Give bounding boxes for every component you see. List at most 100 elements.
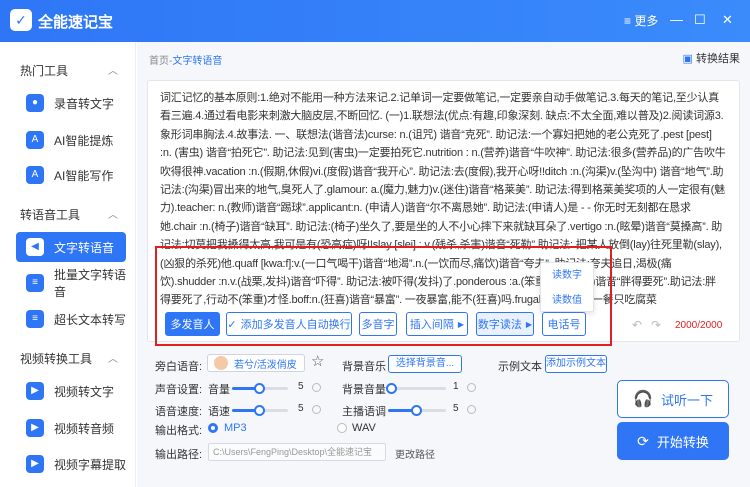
- sidebar-section-hot-tools[interactable]: 热门工具: [20, 62, 68, 79]
- sidebar-item-label: 视频转音频: [54, 421, 115, 436]
- avatar: [214, 356, 228, 370]
- sidebar-item-ai-writing[interactable]: A AI智能写作: [16, 160, 126, 190]
- app-title: 全能速记宝: [38, 14, 114, 31]
- chevron-up-icon[interactable]: ︿: [108, 206, 118, 221]
- maximize-icon[interactable]: ☐: [694, 12, 706, 28]
- narrator-voice-name: 若兮/活泼俏皮: [234, 359, 297, 371]
- bg-volume-slider[interactable]: [386, 383, 446, 394]
- add-example-text-button[interactable]: 添加示例文本: [545, 355, 607, 373]
- sidebar-item-label: 视频转文字: [54, 384, 115, 399]
- pitch-label: 主播语调: [342, 406, 386, 418]
- menu-item-read-digits[interactable]: 读数字: [541, 263, 593, 288]
- volume-slider-knob[interactable]: [254, 383, 265, 394]
- sidebar-item-label: 录音转文字: [54, 96, 115, 111]
- ai-icon: A: [26, 166, 44, 184]
- insert-pause-button[interactable]: 插入间隔 ▶: [406, 312, 468, 336]
- redo-icon[interactable]: ↷: [651, 318, 661, 332]
- speed-slider-knob[interactable]: [254, 405, 265, 416]
- speed-reset-icon[interactable]: [312, 405, 321, 414]
- sidebar-section-video-tools[interactable]: 视频转换工具: [20, 350, 92, 367]
- sidebar-item-text-to-speech[interactable]: ◀ 文字转语音: [16, 232, 126, 262]
- insert-pause-label: 插入间隔: [409, 319, 454, 331]
- speaker-icon: ◀: [26, 238, 44, 256]
- title-bar: ✓ 全能速记宝 ≡ 更多 — ☐ ✕: [0, 0, 750, 42]
- format-wav-label[interactable]: WAV: [352, 422, 376, 434]
- example-text-label: 示例文本: [498, 361, 542, 373]
- ai-icon: A: [26, 131, 44, 149]
- triangle-right-icon: ▶: [525, 319, 533, 329]
- listen-button[interactable]: 🎧 试听一下: [617, 380, 729, 418]
- bg-volume-reset-icon[interactable]: [467, 383, 476, 392]
- auto-switch-speaker-button[interactable]: ✓ 添加多发音人自动换行: [226, 312, 352, 336]
- sidebar-item-video-to-text[interactable]: ▶ 视频转文字: [16, 376, 126, 406]
- volume-reset-icon[interactable]: [312, 383, 321, 392]
- volume-slider[interactable]: [232, 383, 288, 394]
- chevron-up-icon[interactable]: ︿: [108, 350, 118, 365]
- video-icon: ▶: [26, 455, 44, 473]
- pitch-value: 5: [453, 403, 459, 414]
- document-icon: ≡: [26, 274, 44, 292]
- video-icon: ▶: [26, 382, 44, 400]
- start-convert-button[interactable]: ⟳ 开始转换: [617, 422, 729, 460]
- bg-volume-value: 1: [453, 381, 459, 392]
- volume-label: 音量: [208, 384, 230, 396]
- char-count-current: 2000: [675, 320, 698, 331]
- main-panel: 首页-文字转语音 ▣ 转换结果 词汇记忆的基本原则:1.绝对不能用一种方法来记.…: [137, 42, 750, 487]
- sidebar-section-tts-tools[interactable]: 转语音工具: [20, 206, 80, 223]
- sidebar-item-ai-extract[interactable]: A AI智能提炼: [16, 125, 126, 155]
- pitch-reset-icon[interactable]: [467, 405, 476, 414]
- speed-value: 5: [298, 403, 304, 414]
- minimize-icon[interactable]: —: [670, 12, 683, 28]
- sidebar-item-label: 批量文字转语音: [54, 268, 127, 299]
- sidebar-item-label: 超长文本转写: [54, 312, 127, 327]
- narrator-label: 旁白语音:: [155, 361, 203, 373]
- narrator-voice-select[interactable]: 若兮/活泼俏皮: [207, 354, 305, 372]
- video-icon: ▶: [26, 419, 44, 437]
- phone-number-button[interactable]: 电话号: [542, 312, 586, 336]
- chevron-up-icon[interactable]: ︿: [108, 62, 118, 77]
- sidebar-item-recording-to-text[interactable]: ● 录音转文字: [16, 88, 126, 118]
- auto-switch-label: 添加多发音人自动换行: [240, 319, 351, 331]
- choose-bgm-button[interactable]: 选择背景音...: [388, 355, 462, 373]
- undo-icon[interactable]: ↶: [632, 318, 642, 332]
- sidebar-item-label: 文字转语音: [54, 240, 115, 255]
- sound-settings-label: 声音设置:: [155, 384, 203, 396]
- format-wav-radio[interactable]: [337, 423, 347, 433]
- breadcrumb-current: 文字转语音: [172, 56, 223, 67]
- sidebar-item-batch-tts[interactable]: ≡ 批量文字转语音: [16, 268, 127, 299]
- close-icon[interactable]: ✕: [722, 12, 733, 28]
- sidebar: 热门工具 ︿ ● 录音转文字 A AI智能提炼 A AI智能写作 转语音工具 ︿ ◀ 文…: [0, 42, 136, 487]
- pitch-slider-knob[interactable]: [411, 405, 422, 416]
- more-menu[interactable]: ≡ 更多: [624, 12, 658, 29]
- char-count-max: 2000: [700, 320, 723, 331]
- speed-sub-label: 语速: [208, 406, 230, 418]
- text-editor[interactable]: 词汇记忆的基本原则:1.绝对不能用一种方法来记.2.记单词一定要做笔记,一定要亲…: [147, 80, 740, 342]
- speed-label: 语音速度:: [155, 406, 203, 418]
- multi-speaker-button[interactable]: 多发音人: [165, 312, 220, 336]
- listen-label: 试听一下: [660, 392, 713, 408]
- editor-text[interactable]: 词汇记忆的基本原则:1.绝对不能用一种方法来记.2.记单词一定要做笔记,一定要亲…: [160, 89, 726, 339]
- sidebar-item-subtitle-extract[interactable]: ▶ 视频字幕提取: [16, 449, 126, 479]
- char-counter: 2000/2000: [675, 320, 723, 331]
- bg-volume-slider-knob[interactable]: [386, 383, 397, 394]
- folder-icon: ▣: [682, 53, 693, 65]
- polyphone-button[interactable]: 多音字: [359, 312, 397, 336]
- result-button[interactable]: ▣ 转换结果: [683, 50, 740, 66]
- format-mp3-radio[interactable]: [208, 423, 218, 433]
- change-path-link[interactable]: 更改路径: [395, 446, 435, 461]
- number-reading-button[interactable]: 数字读法 ▶: [476, 312, 534, 336]
- sidebar-item-video-to-audio[interactable]: ▶ 视频转音频: [16, 413, 126, 443]
- breadcrumb-home[interactable]: 首页: [149, 56, 169, 67]
- triangle-right-icon: ▶: [457, 319, 465, 329]
- format-label: 输出格式:: [155, 425, 203, 437]
- breadcrumb: 首页-文字转语音: [149, 52, 222, 67]
- menu-item-read-value[interactable]: 读数值: [541, 288, 593, 313]
- sidebar-item-long-text[interactable]: ≡ 超长文本转写: [16, 304, 126, 334]
- convert-label: 开始转换: [656, 434, 709, 450]
- star-icon[interactable]: ☆: [311, 352, 324, 370]
- speed-slider[interactable]: [232, 405, 288, 416]
- pitch-slider[interactable]: [388, 405, 446, 416]
- output-path-field[interactable]: C:\Users\FengPing\Desktop\全能速记宝: [208, 443, 386, 461]
- sidebar-item-label: 视频字幕提取: [54, 457, 127, 472]
- format-mp3-label[interactable]: MP3: [224, 422, 247, 434]
